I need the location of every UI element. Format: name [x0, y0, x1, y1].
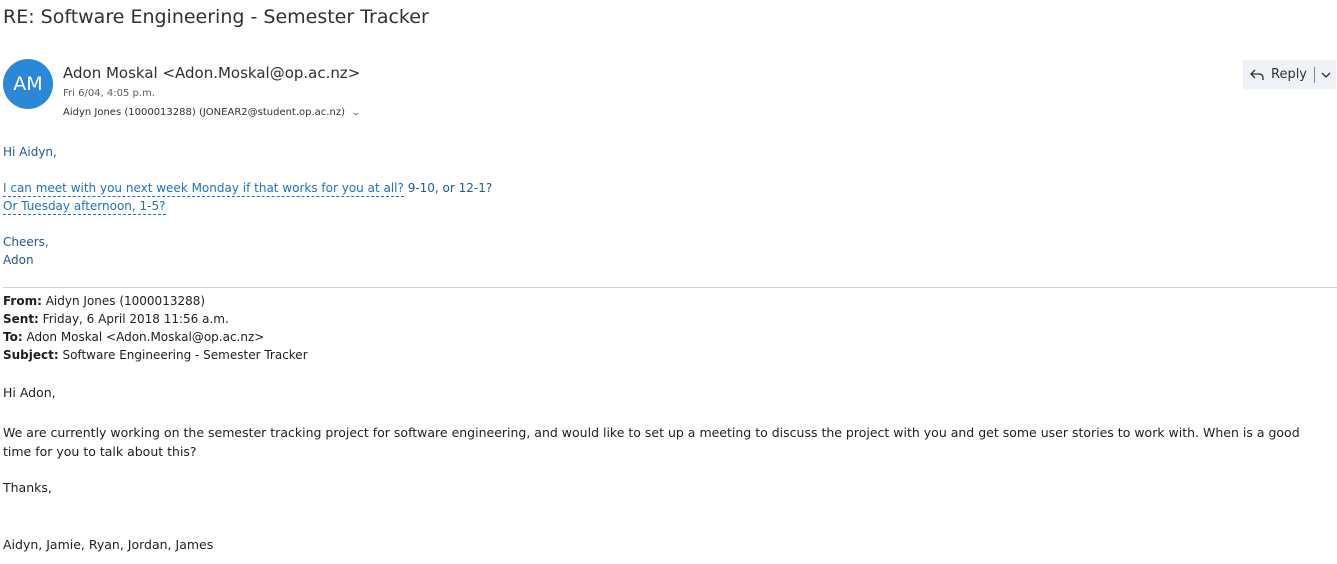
reply-arrow-icon[interactable]	[1249, 67, 1265, 83]
chevron-down-icon[interactable]: ⌄	[351, 108, 361, 118]
quoted-greeting: Hi Adon,	[3, 385, 56, 400]
quoted-subject-value: Software Engineering - Semester Tracker	[58, 348, 308, 362]
reply-divider	[1314, 66, 1316, 83]
reply-line-1: I can meet with you next week Monday if …	[3, 181, 493, 197]
reply-signature: Adon	[3, 253, 34, 267]
quoted-subject: Subject: Software Engineering - Semester…	[3, 348, 308, 362]
reply-closing: Cheers,	[3, 235, 49, 249]
quoted-from-value: Aidyn Jones (1000013288)	[41, 294, 206, 308]
quoted-sent: Sent: Friday, 6 April 2018 11:56 a.m.	[3, 312, 229, 326]
sent-date: Fri 6/04, 4:05 p.m.	[63, 88, 155, 99]
quoted-paragraph: We are currently working on the semester…	[3, 425, 1300, 459]
chevron-down-icon[interactable]	[1320, 69, 1332, 81]
meeting-suggestion-link-2[interactable]: Or Tuesday afternoon, 1-5?	[3, 199, 166, 215]
quoted-signature: Aidyn, Jamie, Ryan, Jordan, James	[3, 537, 214, 552]
recipient-name[interactable]: Aidyn Jones (1000013288) (JONEAR2@studen…	[63, 107, 345, 118]
sender-name[interactable]: Adon Moskal <Adon.Moskal@op.ac.nz>	[63, 64, 360, 82]
quoted-from-label: From:	[3, 294, 42, 308]
email-subject: RE: Software Engineering - Semester Trac…	[3, 6, 429, 28]
quoted-closing: Thanks,	[3, 480, 52, 495]
quoted-subject-label: Subject:	[3, 348, 59, 362]
reply-button[interactable]: Reply	[1271, 67, 1307, 82]
avatar-initials: AM	[13, 73, 43, 95]
meeting-suggestion-link[interactable]: I can meet with you next week Monday if …	[3, 181, 404, 197]
quoted-sent-value: Friday, 6 April 2018 11:56 a.m.	[38, 312, 229, 326]
quoted-from: From: Aidyn Jones (1000013288)	[3, 294, 205, 308]
reply-greeting: Hi Aidyn,	[3, 145, 57, 159]
reply-button-group[interactable]: Reply	[1243, 60, 1336, 89]
avatar[interactable]: AM	[3, 59, 53, 109]
reply-line-2: Or Tuesday afternoon, 1-5?	[3, 199, 166, 215]
recipients-line[interactable]: Aidyn Jones (1000013288) (JONEAR2@studen…	[63, 107, 361, 118]
quoted-sent-label: Sent:	[3, 312, 39, 326]
quote-divider	[3, 287, 1337, 288]
meeting-times: 9-10, or 12-1?	[403, 181, 493, 195]
quoted-to-value: Adon Moskal <Adon.Moskal@op.ac.nz>	[22, 330, 265, 344]
quoted-to: To: Adon Moskal <Adon.Moskal@op.ac.nz>	[3, 330, 264, 344]
quoted-to-label: To:	[3, 330, 23, 344]
